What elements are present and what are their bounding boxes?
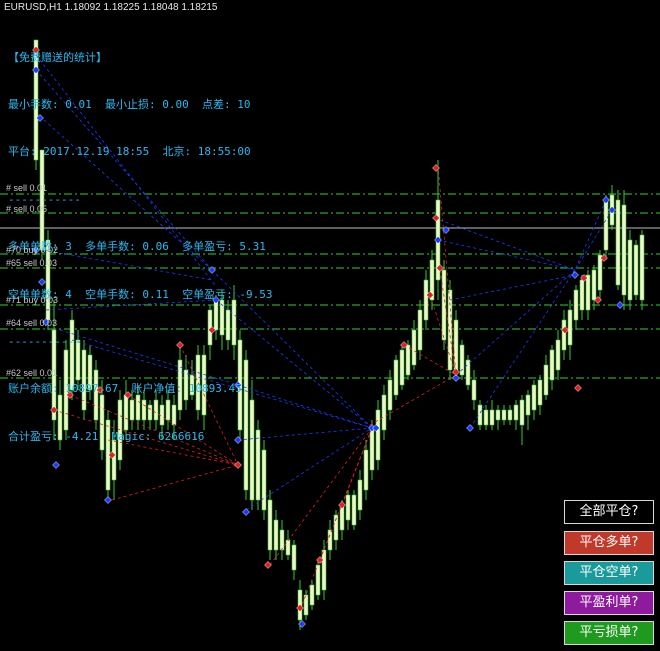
candle-body <box>621 204 627 296</box>
trade-arrow-marker <box>296 604 304 612</box>
candle-body <box>537 379 543 406</box>
candle-body <box>585 274 591 311</box>
trade-arrow-marker <box>571 271 579 279</box>
candle-body <box>495 409 501 421</box>
close-all-button[interactable]: 全部平仓? <box>564 500 654 524</box>
candle-body <box>483 409 489 426</box>
candle-body <box>603 199 609 251</box>
candle-body <box>531 384 537 411</box>
candle-body <box>639 234 645 301</box>
candle-body <box>321 549 327 591</box>
stats-divider: ----------- <box>8 334 81 348</box>
candle-body <box>393 359 399 396</box>
candle-body <box>285 539 291 556</box>
candle-body <box>525 394 531 416</box>
candle-body <box>441 269 447 341</box>
order-line-label: #65 sell 0.03 <box>6 258 58 268</box>
candle-body <box>399 349 405 386</box>
symbol-price-bar: EURUSD,H1 1.18092 1.18225 1.18048 1.1821… <box>4 2 218 13</box>
candle-body <box>405 344 411 376</box>
candle-body <box>615 199 621 286</box>
candle-body <box>411 329 417 366</box>
candle-body <box>357 479 363 511</box>
order-line-label: #71 buy 0.03 <box>6 295 59 305</box>
candle-body <box>387 379 393 411</box>
candle-body <box>315 564 321 596</box>
stats-title: 【免费赠送的统计】 <box>8 50 107 64</box>
trade-arrow-marker <box>574 384 582 392</box>
candle-body <box>489 409 495 426</box>
candle-body <box>465 359 471 386</box>
close-sell-orders-button[interactable]: 平仓空单? <box>564 561 654 585</box>
candle-body <box>471 379 477 401</box>
candle-body <box>369 429 375 471</box>
trade-arrow-marker <box>104 496 112 504</box>
candle-body <box>291 544 297 571</box>
close-buy-orders-button[interactable]: 平仓多单? <box>564 531 654 555</box>
candle-body <box>423 279 429 321</box>
trade-arrow-marker <box>338 501 346 509</box>
trade-arrow-marker <box>264 561 272 569</box>
candle-body <box>381 394 387 431</box>
trade-arrow-marker <box>602 196 610 204</box>
candle-body <box>447 289 453 371</box>
order-line-label: #64 sell 0.03 <box>6 318 58 328</box>
candle-body <box>555 339 561 371</box>
trade-arrow-marker <box>608 206 616 214</box>
candle-body <box>279 529 285 551</box>
candle-body <box>375 409 381 461</box>
candle-body <box>591 269 597 301</box>
candle-body <box>543 364 549 396</box>
candle-body <box>561 319 567 351</box>
trade-connector-line <box>269 427 373 566</box>
candle-body <box>633 244 639 296</box>
order-line-label: #62 sell 0.01 <box>6 368 58 378</box>
candle-body <box>417 309 423 351</box>
candle-body <box>513 404 519 421</box>
trade-arrow-marker <box>466 424 474 432</box>
close-loss-orders-button[interactable]: 平亏损单? <box>564 621 654 645</box>
candle-body <box>267 499 273 551</box>
close-profit-orders-button[interactable]: 平盈利单? <box>564 591 654 615</box>
candle-body <box>363 449 369 491</box>
trade-arrow-marker <box>616 301 624 309</box>
candle-body <box>309 584 315 606</box>
stats-time: 平台: 2017.12.19 18:55 北京: 18:55:00 <box>8 145 251 159</box>
trade-connector-line <box>437 239 576 271</box>
stats-balance: 账户余额: 10897.67 账户净值: 10893.45 <box>8 382 242 396</box>
stats-min-lot: 最小手数: 0.01 最小止损: 0.00 点差: 10 <box>8 97 251 111</box>
trade-arrow-marker <box>434 236 442 244</box>
candle-body <box>579 279 585 311</box>
stats-divider: ----------- <box>8 192 81 206</box>
candle-body <box>477 404 483 426</box>
trade-arrow-marker <box>242 508 250 516</box>
order-line-label: # sell 0.01 <box>6 183 48 193</box>
order-line-label: # sell 0.05 <box>6 204 48 214</box>
order-line-label: #70 buy 0.02 <box>6 245 59 255</box>
trade-arrow-marker <box>452 368 460 376</box>
candle-body <box>627 239 633 301</box>
candle-body <box>273 519 279 551</box>
candle-body <box>351 494 357 526</box>
chart-window[interactable]: EURUSD,H1 1.18092 1.18225 1.18048 1.1821… <box>0 0 660 651</box>
candle-body <box>573 289 579 321</box>
candle-body <box>567 309 573 346</box>
candle-body <box>597 254 603 291</box>
stats-total-profit: 合计盈亏: -4.21 Magic: 6266616 <box>8 429 205 443</box>
candle-body <box>345 494 351 521</box>
candle-body <box>549 349 555 381</box>
candle-body <box>327 529 333 551</box>
candle-body <box>519 399 525 426</box>
trade-connector-line <box>449 274 576 301</box>
candle-body <box>507 409 513 421</box>
candle-body <box>501 409 507 421</box>
